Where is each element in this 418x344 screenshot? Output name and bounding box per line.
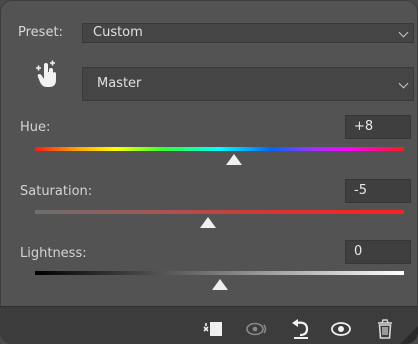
saturation-label: Saturation: <box>20 184 93 199</box>
delete-trash-icon[interactable] <box>373 317 397 341</box>
hue-value-field[interactable]: +8 <box>345 115 411 139</box>
chevron-down-icon <box>398 78 409 89</box>
saturation-slider-track[interactable] <box>35 210 404 214</box>
channel-dropdown[interactable]: Master <box>82 67 414 101</box>
lightness-value-field[interactable]: 0 <box>345 240 411 264</box>
reset-icon[interactable] <box>289 317 313 341</box>
channel-value: Master <box>97 76 142 91</box>
saturation-value-field[interactable]: -5 <box>345 179 411 203</box>
hue-saturation-properties-panel: Preset: Custom Master Hue: +8 Saturation… <box>0 0 418 344</box>
lightness-label: Lightness: <box>20 246 87 261</box>
hue-label: Hue: <box>20 120 51 135</box>
hue-slider-track[interactable] <box>35 147 404 151</box>
visibility-eye-icon[interactable] <box>329 317 353 341</box>
saturation-slider-thumb[interactable] <box>200 217 217 228</box>
preset-value: Custom <box>93 25 143 40</box>
preset-dropdown[interactable]: Custom <box>82 23 414 43</box>
clip-to-layer-icon[interactable] <box>201 317 225 341</box>
panel-resize-corner <box>400 326 418 344</box>
view-previous-icon[interactable] <box>244 317 268 341</box>
chevron-down-icon <box>398 27 409 38</box>
lightness-slider-thumb[interactable] <box>211 279 228 290</box>
lightness-slider-track[interactable] <box>35 271 404 275</box>
preset-label: Preset: <box>18 25 63 40</box>
properties-toolbar <box>0 306 418 344</box>
targeted-adjustment-hand-icon[interactable] <box>33 60 61 90</box>
hue-slider-thumb[interactable] <box>226 154 243 165</box>
